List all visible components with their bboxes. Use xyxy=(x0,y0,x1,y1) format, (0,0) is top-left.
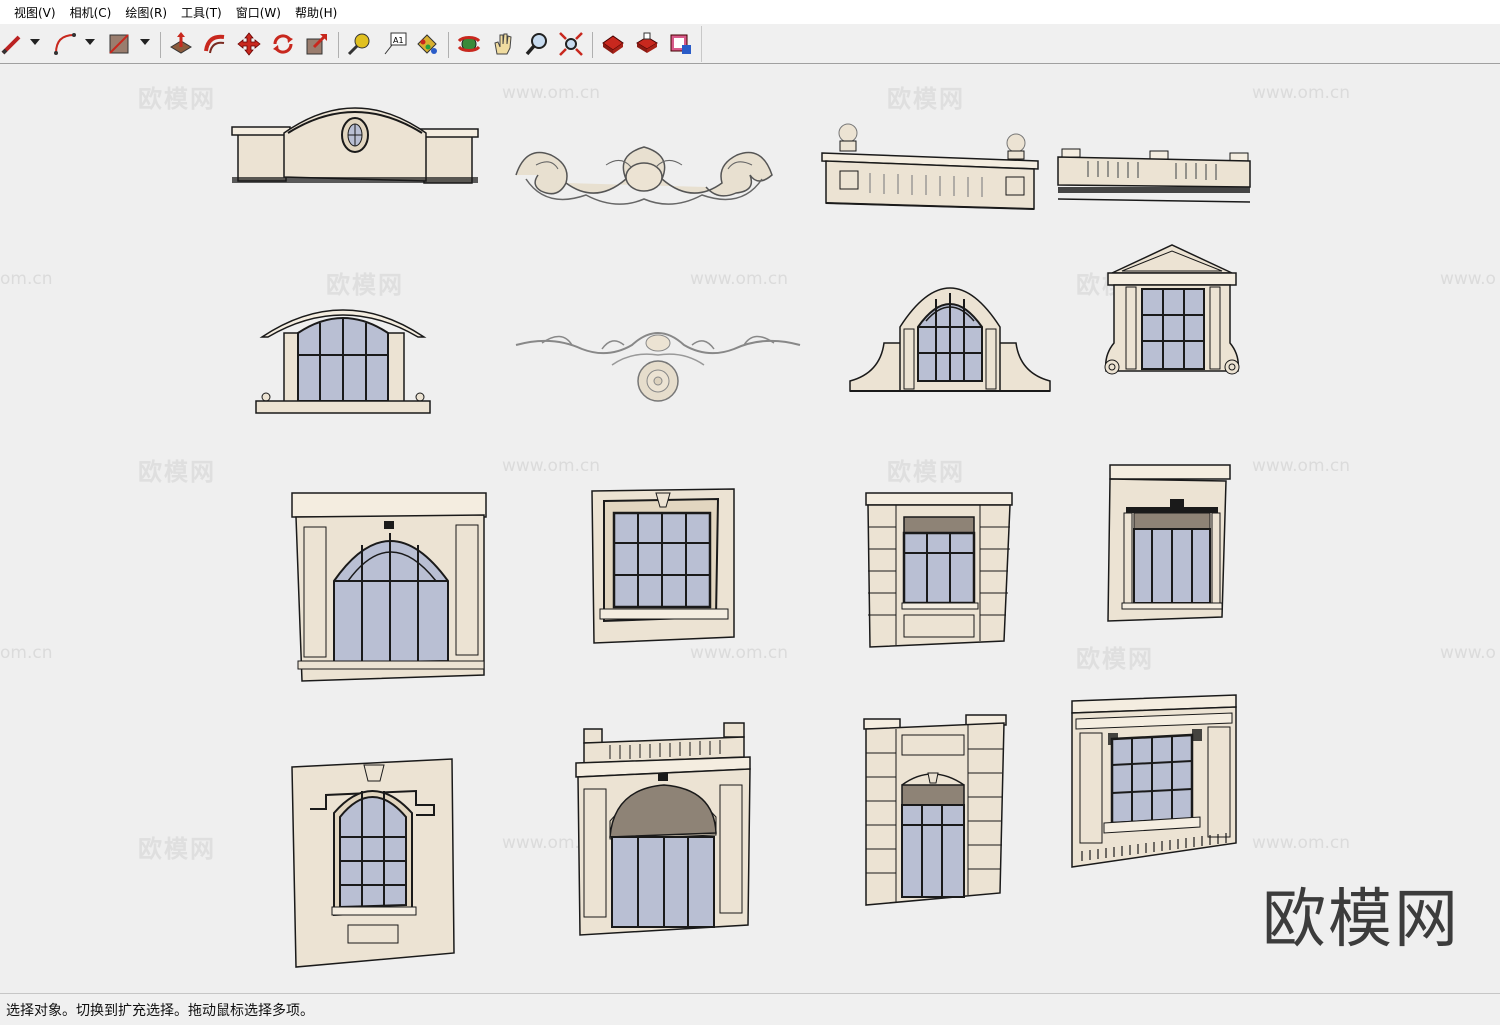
watermark-logo: 欧模网 xyxy=(138,85,216,113)
move-icon[interactable] xyxy=(236,31,262,57)
warehouse-icon[interactable] xyxy=(600,31,626,57)
status-bar: 选择对象。切换到扩充选择。拖动鼠标选择多项。 xyxy=(0,993,1500,1025)
watermark-url: www.om.cn xyxy=(690,269,789,289)
watermark-url: www.om.cn xyxy=(1252,83,1351,103)
watermark-logo: 欧模网 xyxy=(1076,645,1154,673)
watermark-url: www.om.cn xyxy=(1252,456,1351,476)
watermark-url: www.om.cn xyxy=(502,83,601,103)
model-balustrade-long[interactable] xyxy=(1056,145,1252,207)
paint-bucket-icon[interactable] xyxy=(414,31,440,57)
watermark-logo: 欧模网 xyxy=(887,458,965,486)
watermark-url: www.o xyxy=(1440,643,1496,663)
rectangle-icon[interactable] xyxy=(106,31,132,57)
menu-draw[interactable]: 绘图(R) xyxy=(125,4,167,21)
scale-icon[interactable] xyxy=(304,31,330,57)
tape-measure-icon[interactable] xyxy=(346,31,372,57)
watermark-url: www.o xyxy=(1440,269,1496,289)
rectangle-dropdown-icon[interactable] xyxy=(140,39,150,45)
menu-window[interactable]: 窗口(W) xyxy=(236,4,281,21)
zoom-extents-icon[interactable] xyxy=(558,31,584,57)
menu-bar: 视图(V) 相机(C) 绘图(R) 工具(T) 窗口(W) 帮助(H) xyxy=(0,0,1500,24)
arc-icon[interactable] xyxy=(52,31,78,57)
watermark-logo: 欧模网 xyxy=(138,835,216,863)
text-icon[interactable]: A1 xyxy=(382,31,408,57)
text-tool-label: A1 xyxy=(393,36,404,45)
model-arched-pediment[interactable] xyxy=(230,93,480,189)
pencil-icon[interactable] xyxy=(0,31,26,57)
rotate-icon[interactable] xyxy=(270,31,296,57)
menu-view[interactable]: 视图(V) xyxy=(14,4,56,21)
model-ornament-rosette[interactable] xyxy=(512,315,804,411)
watermark-logo: 欧模网 xyxy=(887,85,965,113)
watermark-url: om.cn xyxy=(0,643,53,663)
extension-icon[interactable] xyxy=(668,31,694,57)
model-balustrade-finials[interactable] xyxy=(820,123,1042,213)
pencil-dropdown-icon[interactable] xyxy=(30,39,40,45)
watermark-url: www.om.cn xyxy=(502,456,601,476)
push-pull-icon[interactable] xyxy=(168,31,194,57)
follow-me-icon[interactable] xyxy=(202,31,228,57)
toolbar: A1 xyxy=(0,24,1500,64)
watermark-url: www.om.cn xyxy=(1252,833,1351,853)
model-column-window[interactable] xyxy=(1106,463,1234,623)
model-ornament-scroll[interactable] xyxy=(506,135,782,215)
model-dome-awning-door[interactable] xyxy=(574,721,752,939)
model-arched-window[interactable] xyxy=(254,293,432,417)
model-rusticated-awning-window[interactable] xyxy=(864,491,1014,649)
model-tall-arched-window[interactable] xyxy=(290,757,456,969)
menu-help[interactable]: 帮助(H) xyxy=(295,4,337,21)
model-pediment-window[interactable] xyxy=(1098,243,1246,383)
watermark-url: om.cn xyxy=(0,269,53,289)
model-cornice-window[interactable] xyxy=(1068,693,1240,871)
toolbar-separator xyxy=(338,32,339,58)
toolbar-separator xyxy=(160,32,161,58)
model-arched-window-wings[interactable] xyxy=(848,265,1052,395)
model-rusticated-door[interactable] xyxy=(862,713,1008,909)
toolbar-strip: A1 xyxy=(0,26,702,62)
model-keystone-window[interactable] xyxy=(590,487,736,647)
toolbar-separator xyxy=(592,32,593,58)
share-model-icon[interactable] xyxy=(634,31,660,57)
toolbar-separator xyxy=(448,32,449,58)
menu-camera[interactable]: 相机(C) xyxy=(70,4,112,21)
status-text: 选择对象。切换到扩充选择。拖动鼠标选择多项。 xyxy=(6,1003,314,1019)
sketchup-window: 视图(V) 相机(C) 绘图(R) 工具(T) 窗口(W) 帮助(H) A1 欧… xyxy=(0,0,1500,1025)
watermark-logo: 欧模网 xyxy=(138,458,216,486)
pan-icon[interactable] xyxy=(490,31,516,57)
arc-dropdown-icon[interactable] xyxy=(85,39,95,45)
menu-tools[interactable]: 工具(T) xyxy=(181,4,222,21)
zoom-icon[interactable] xyxy=(524,31,550,57)
model-large-arched-window[interactable] xyxy=(290,491,488,683)
site-watermark-logo: 欧模网 xyxy=(1262,883,1460,957)
model-viewport[interactable]: 欧模网 www.om.cn 欧模网 www.om.cn om.cn 欧模网 ww… xyxy=(0,65,1500,993)
orbit-icon[interactable] xyxy=(456,31,482,57)
